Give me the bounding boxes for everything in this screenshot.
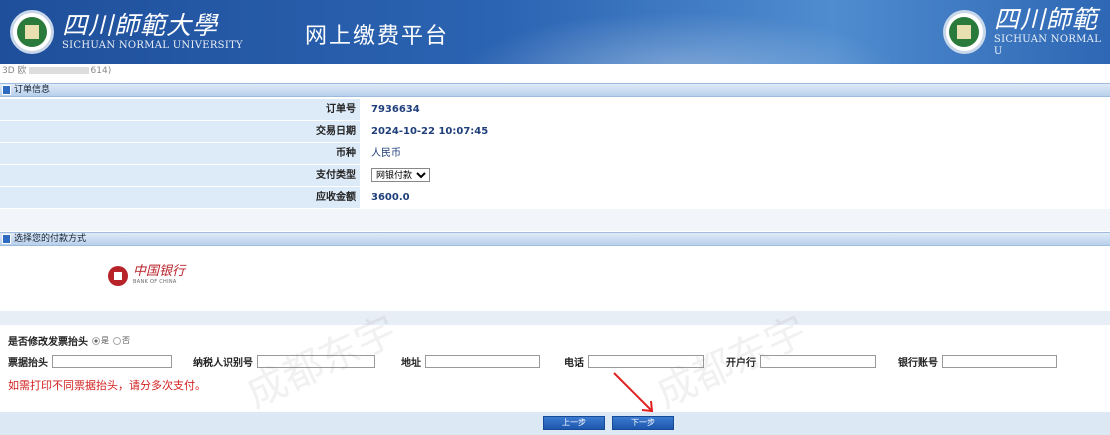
payment-type-cell: 网银付款: [360, 165, 1110, 186]
invoice-fields: 票据抬头 纳税人识别号 地址 电话 开户行 银行账号: [8, 354, 1108, 369]
bank-account-label: 银行账号: [898, 358, 938, 369]
section-square-icon: [2, 233, 11, 244]
amount-due-value: 3600.0: [360, 187, 1110, 208]
address-input[interactable]: [425, 355, 540, 368]
order-row: 交易日期 2024-10-22 10:07:45: [0, 121, 1110, 143]
university-name-en-right: SICHUAN NORMAL U: [993, 34, 1102, 57]
invoice-no-radio[interactable]: [113, 336, 121, 345]
trade-date-label: 交易日期: [316, 126, 356, 137]
section-square-icon: [2, 84, 11, 95]
university-name-en: SICHUAN NORMAL UNIVERSITY: [62, 40, 243, 51]
university-logo: 四川師範大學 SICHUAN NORMAL UNIVERSITY: [10, 7, 243, 57]
order-row: 订单号 7936634: [0, 99, 1110, 121]
university-seal-icon: [10, 10, 54, 54]
invoice-no-label: 否: [122, 336, 130, 345]
next-step-button[interactable]: 下一步: [612, 416, 674, 430]
university-seal-icon-right: [943, 10, 986, 54]
invoice-change-question: 是否修改发票抬头 是 否: [8, 333, 130, 348]
redacted-block: [28, 67, 89, 74]
payment-type-select[interactable]: 网银付款: [371, 168, 430, 182]
invoice-note: 如需打印不同票据抬头，请分多次支付。: [8, 379, 206, 392]
bank-account-field: 银行账号: [898, 354, 1057, 369]
address-label: 地址: [401, 358, 421, 369]
order-section-header: 订单信息: [0, 83, 1110, 97]
user-info-prefix: 3D 欧: [2, 66, 27, 76]
invoice-title-input[interactable]: [52, 355, 172, 368]
phone-label: 电话: [564, 358, 584, 369]
address-field: 地址: [401, 354, 540, 369]
currency-value: 人民币: [360, 143, 1110, 164]
invoice-yes-radio[interactable]: [92, 336, 100, 345]
invoice-title-label: 票据抬头: [8, 358, 48, 369]
banner-wave-decoration: [420, 0, 940, 64]
amount-due-label: 应收金额: [316, 192, 356, 203]
payment-type-label: 支付类型: [316, 170, 356, 181]
order-number-label: 订单号: [326, 104, 356, 115]
order-number-value: 7936634: [360, 99, 1110, 120]
university-logo-right: 四川師範 SICHUAN NORMAL U: [943, 5, 1110, 57]
bank-of-china-icon: [108, 265, 128, 286]
divider-band: [0, 311, 1110, 325]
bank-of-china-option[interactable]: 中国银行 BANK OF CHINA: [108, 265, 185, 286]
order-section-title: 订单信息: [14, 85, 51, 95]
university-name-cn: 四川師範大學: [62, 11, 219, 40]
order-row: 应收金额 3600.0: [0, 187, 1110, 209]
spacer-band: [0, 209, 1110, 231]
bank-account-input[interactable]: [942, 355, 1057, 368]
invoice-question-label: 是否修改发票抬头: [8, 337, 88, 348]
bank-name-en: BANK OF CHINA: [133, 279, 177, 285]
user-info-line: 3D 欧 614): [0, 65, 1110, 77]
user-info-suffix: 614): [90, 66, 112, 76]
bank-name-cn: 中国银行: [133, 264, 186, 279]
header-banner: 四川師範大學 SICHUAN NORMAL UNIVERSITY 网上缴费平台 …: [0, 0, 1110, 64]
invoice-yes-label: 是: [101, 336, 109, 345]
prev-step-button[interactable]: 上一步: [543, 416, 605, 430]
university-name-cn-right: 四川師範: [993, 5, 1098, 34]
payment-section-title: 选择您的付款方式: [14, 234, 87, 244]
platform-title: 网上缴费平台: [305, 24, 450, 49]
currency-label: 币种: [336, 148, 356, 159]
payment-section-header: 选择您的付款方式: [0, 232, 1110, 246]
invoice-title-field: 票据抬头: [8, 354, 172, 369]
order-row: 币种 人民币: [0, 143, 1110, 165]
trade-date-value: 2024-10-22 10:07:45: [360, 121, 1110, 142]
order-row: 支付类型 网银付款: [0, 165, 1110, 187]
